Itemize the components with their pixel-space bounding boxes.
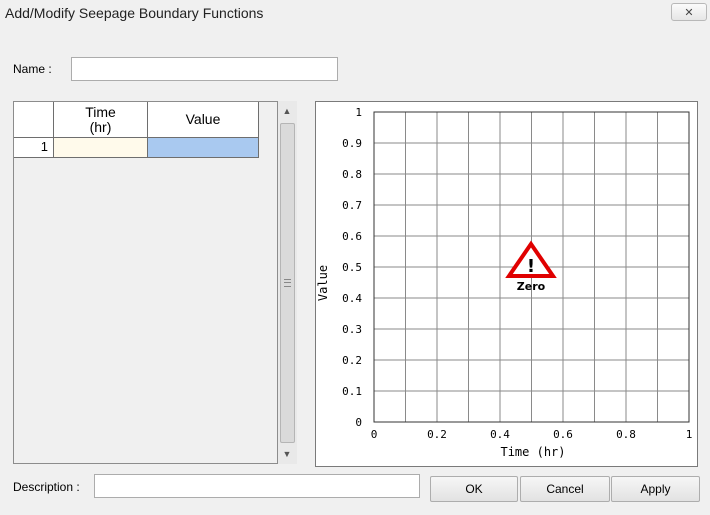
column-header-value[interactable]: Value — [148, 102, 259, 138]
x-tick-label: 0 — [371, 428, 378, 441]
close-button[interactable]: ✕ — [671, 3, 707, 21]
scroll-down-icon[interactable]: ▼ — [281, 448, 293, 460]
close-icon: ✕ — [684, 6, 694, 19]
window-title: Add/Modify Seepage Boundary Functions — [5, 5, 264, 21]
x-tick-label: 1 — [686, 428, 693, 441]
description-label: Description : — [13, 480, 80, 494]
column-header-time[interactable]: Time (hr) — [54, 102, 148, 138]
function-chart: 0 0.1 0.2 0.3 0.4 0.5 0.6 0.7 0.8 0.9 1 0 0.2 0.4 0.6… — [315, 101, 698, 467]
y-tick-label: 0.4 — [342, 292, 362, 305]
x-axis-label: Time (hr) — [500, 445, 565, 459]
vertical-scrollbar[interactable]: ▲ ▼ — [278, 101, 297, 464]
x-tick-label: 0.8 — [616, 428, 636, 441]
cancel-button[interactable]: Cancel — [520, 476, 610, 502]
y-tick-label: 0.8 — [342, 168, 362, 181]
description-input[interactable] — [94, 474, 420, 498]
scroll-up-icon[interactable]: ▲ — [281, 105, 293, 117]
y-tick-label: 0.2 — [342, 354, 362, 367]
y-axis-label: Value — [316, 265, 330, 301]
title-bar: Add/Modify Seepage Boundary Functions ✕ — [0, 0, 710, 26]
warning-mark: ! — [527, 256, 535, 277]
x-axis-ticks: 0 0.2 0.4 0.6 0.8 1 — [371, 428, 693, 441]
ok-button[interactable]: OK — [430, 476, 518, 502]
warning-icon: ! Zero — [505, 240, 557, 293]
y-tick-label: 0 — [355, 416, 362, 429]
name-label: Name : — [13, 62, 52, 76]
name-input[interactable] — [71, 57, 338, 81]
x-tick-label: 0.2 — [427, 428, 447, 441]
apply-button[interactable]: Apply — [611, 476, 700, 502]
y-tick-label: 0.7 — [342, 199, 362, 212]
y-tick-label: 1 — [355, 106, 362, 119]
row-header[interactable]: 1 — [14, 138, 54, 158]
warning-text: Zero — [517, 280, 546, 293]
x-tick-label: 0.6 — [553, 428, 573, 441]
grip-icon — [284, 279, 291, 287]
y-tick-label: 0.6 — [342, 230, 362, 243]
y-tick-label: 0.1 — [342, 385, 362, 398]
scrollbar-thumb[interactable] — [280, 123, 295, 443]
y-axis-ticks: 0 0.1 0.2 0.3 0.4 0.5 0.6 0.7 0.8 0.9 1 — [342, 106, 362, 429]
time-cell[interactable] — [54, 138, 148, 158]
x-tick-label: 0.4 — [490, 428, 510, 441]
value-cell[interactable] — [148, 138, 259, 158]
y-tick-label: 0.5 — [342, 261, 362, 274]
table-corner — [14, 102, 54, 138]
chart-svg: 0 0.1 0.2 0.3 0.4 0.5 0.6 0.7 0.8 0.9 1 0 0.2 0.4 0.6… — [316, 106, 693, 459]
y-tick-label: 0.9 — [342, 137, 362, 150]
function-table: Time (hr) Value 1 — [13, 101, 278, 464]
y-tick-label: 0.3 — [342, 323, 362, 336]
